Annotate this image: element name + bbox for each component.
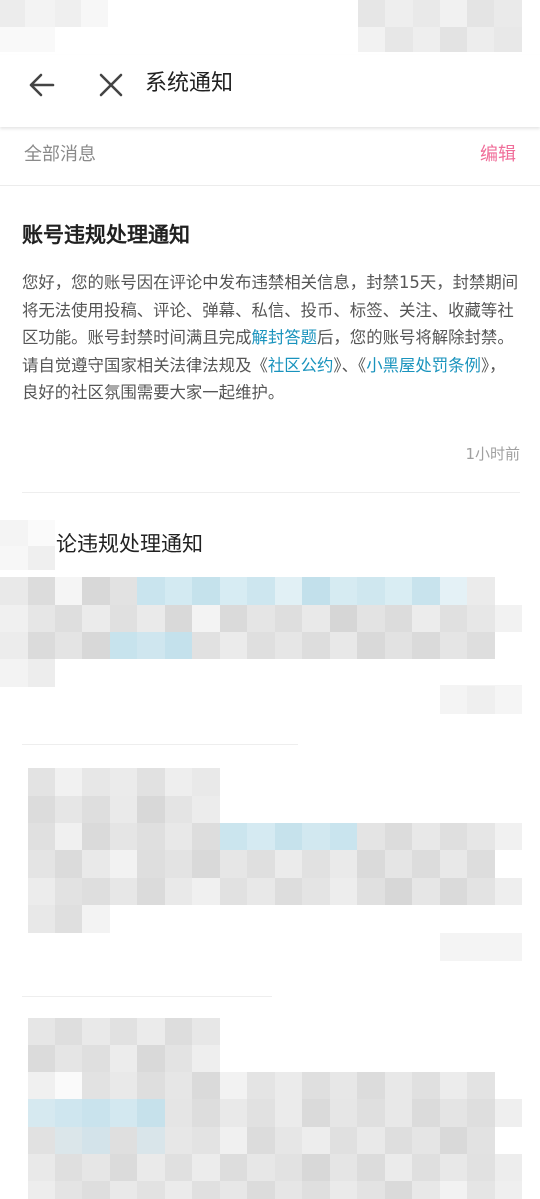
pixelated-redaction: [440, 686, 522, 714]
notice-body: 您好，您的账号因在评论中发布违禁相关信息，封禁15天，封禁期间将无法使用投稿、评…: [22, 269, 520, 407]
notice-body-text: 》、《: [333, 355, 367, 375]
divider: [22, 492, 520, 493]
unban-quiz-link[interactable]: 解封答题: [251, 328, 317, 347]
penalty-rules-link[interactable]: 小黑屋处罚条例: [366, 356, 481, 375]
close-icon: [99, 73, 123, 97]
status-bar: [0, 0, 540, 55]
page-title: 系统通知: [145, 71, 234, 96]
close-button[interactable]: [92, 68, 130, 102]
notice-title: 论违规处理通知: [56, 532, 203, 556]
top-app-bar: 系统通知: [0, 55, 540, 127]
pixelated-redaction: [0, 768, 540, 968]
pixelated-redaction: [0, 1018, 540, 1199]
notice-title: 账号违规处理通知: [22, 223, 190, 247]
divider: [22, 744, 298, 745]
pixelated-redaction: [0, 577, 540, 687]
back-button[interactable]: [22, 68, 62, 102]
divider: [22, 996, 272, 997]
community-rules-link[interactable]: 社区公约: [268, 356, 334, 375]
edit-button[interactable]: 编辑: [480, 140, 516, 170]
notice-timestamp: 1小时前: [465, 445, 520, 463]
message-filter-bar: 全部消息 编辑: [0, 127, 540, 186]
filter-all-messages[interactable]: 全部消息: [24, 140, 96, 170]
arrow-left-icon: [29, 73, 55, 97]
notice-card: 账号违规处理通知 您好，您的账号因在评论中发布违禁相关信息，封禁15天，封禁期间…: [22, 215, 520, 407]
